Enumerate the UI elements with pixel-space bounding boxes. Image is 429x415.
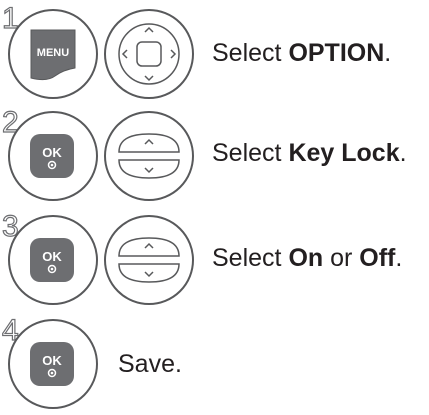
ok-label: OK — [42, 145, 62, 160]
bold-term: OPTION — [288, 39, 385, 67]
ok-button-icon: OK — [3, 318, 103, 415]
step-1-instruction: Select OPTION. — [212, 39, 392, 67]
step-4: 4 OK Save. — [0, 312, 429, 412]
menu-button-icon: MENU — [3, 8, 103, 105]
step-3-instruction: Select On or Off. — [212, 244, 403, 272]
step-2: 2 OK Select Key Lock. — [0, 104, 429, 204]
bold-term: Off — [359, 244, 396, 272]
bold-term: Key Lock — [288, 139, 400, 167]
step-4-instruction: Save. — [118, 350, 182, 378]
step-2-instruction: Select Key Lock. — [212, 139, 407, 167]
step-3: 3 OK Select On or Off. — [0, 208, 429, 308]
ok-button-icon: OK — [3, 110, 103, 207]
ok-label: OK — [42, 249, 62, 264]
bold-term: On — [288, 244, 324, 272]
ok-button-icon: OK — [3, 214, 103, 311]
ok-label: OK — [42, 353, 62, 368]
up-down-rocker-icon — [103, 214, 195, 311]
up-down-rocker-icon — [103, 110, 195, 207]
menu-label: MENU — [37, 47, 69, 59]
navigation-dpad-icon — [103, 8, 195, 105]
step-1: 1 MENU Select OPTION. — [0, 0, 429, 100]
